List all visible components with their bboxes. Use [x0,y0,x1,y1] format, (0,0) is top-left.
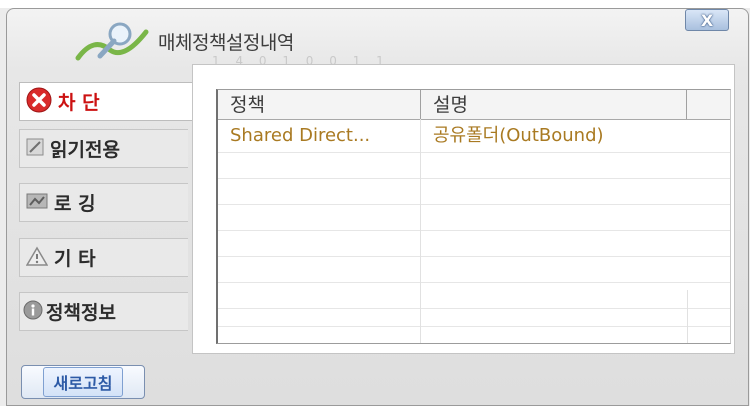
info-icon [23,300,43,324]
sidebar-item-readonly[interactable]: 읽기전용 [19,129,188,168]
magnifier-logo-icon [75,22,149,61]
close-button[interactable]: X [685,9,729,31]
row-divider [218,326,730,327]
sidebar-item-policyinfo[interactable]: 정책정보 [19,292,188,331]
row-divider [218,152,730,153]
refresh-button[interactable]: 새로고침 [21,365,145,399]
column-divider [687,290,688,343]
sidebar-item-etc[interactable]: 기 타 [19,238,188,277]
column-divider [420,119,421,343]
window-title: 매체정책설정내역 [158,32,294,54]
close-icon: X [700,10,714,30]
row-divider [218,204,730,205]
top-strip [0,0,750,8]
sidebar-item-block[interactable]: 차 단 [19,82,199,121]
column-header-description[interactable]: 설명 [421,90,687,119]
sidebar-item-label: 읽기전용 [50,139,120,161]
readonly-icon [26,138,44,160]
column-header-policy[interactable]: 정책 [218,90,421,119]
warning-icon [25,246,49,270]
row-divider [218,230,730,231]
table-header: 정책 설명 [218,90,730,120]
sidebar-item-label: 정책정보 [46,302,116,324]
refresh-button-label: 새로고침 [42,367,124,397]
row-divider [218,178,730,179]
row-divider [218,308,730,309]
sidebar-item-label: 기 타 [54,248,96,270]
sidebar-item-label: 로 깅 [54,193,96,215]
sidebar-item-label: 차 단 [58,92,100,114]
policy-table: 정책 설명 Shared Direct... 공유폴더(OutBound) [216,89,731,344]
table-cell-description[interactable]: 공유폴더(OutBound) [421,123,687,148]
table-cell-policy[interactable]: Shared Direct... [218,123,421,148]
block-icon [26,87,52,117]
column-header-empty [687,90,730,119]
row-divider [218,282,730,283]
logging-icon [26,192,48,214]
row-divider [218,256,730,257]
sidebar-item-logging[interactable]: 로 깅 [19,183,188,222]
